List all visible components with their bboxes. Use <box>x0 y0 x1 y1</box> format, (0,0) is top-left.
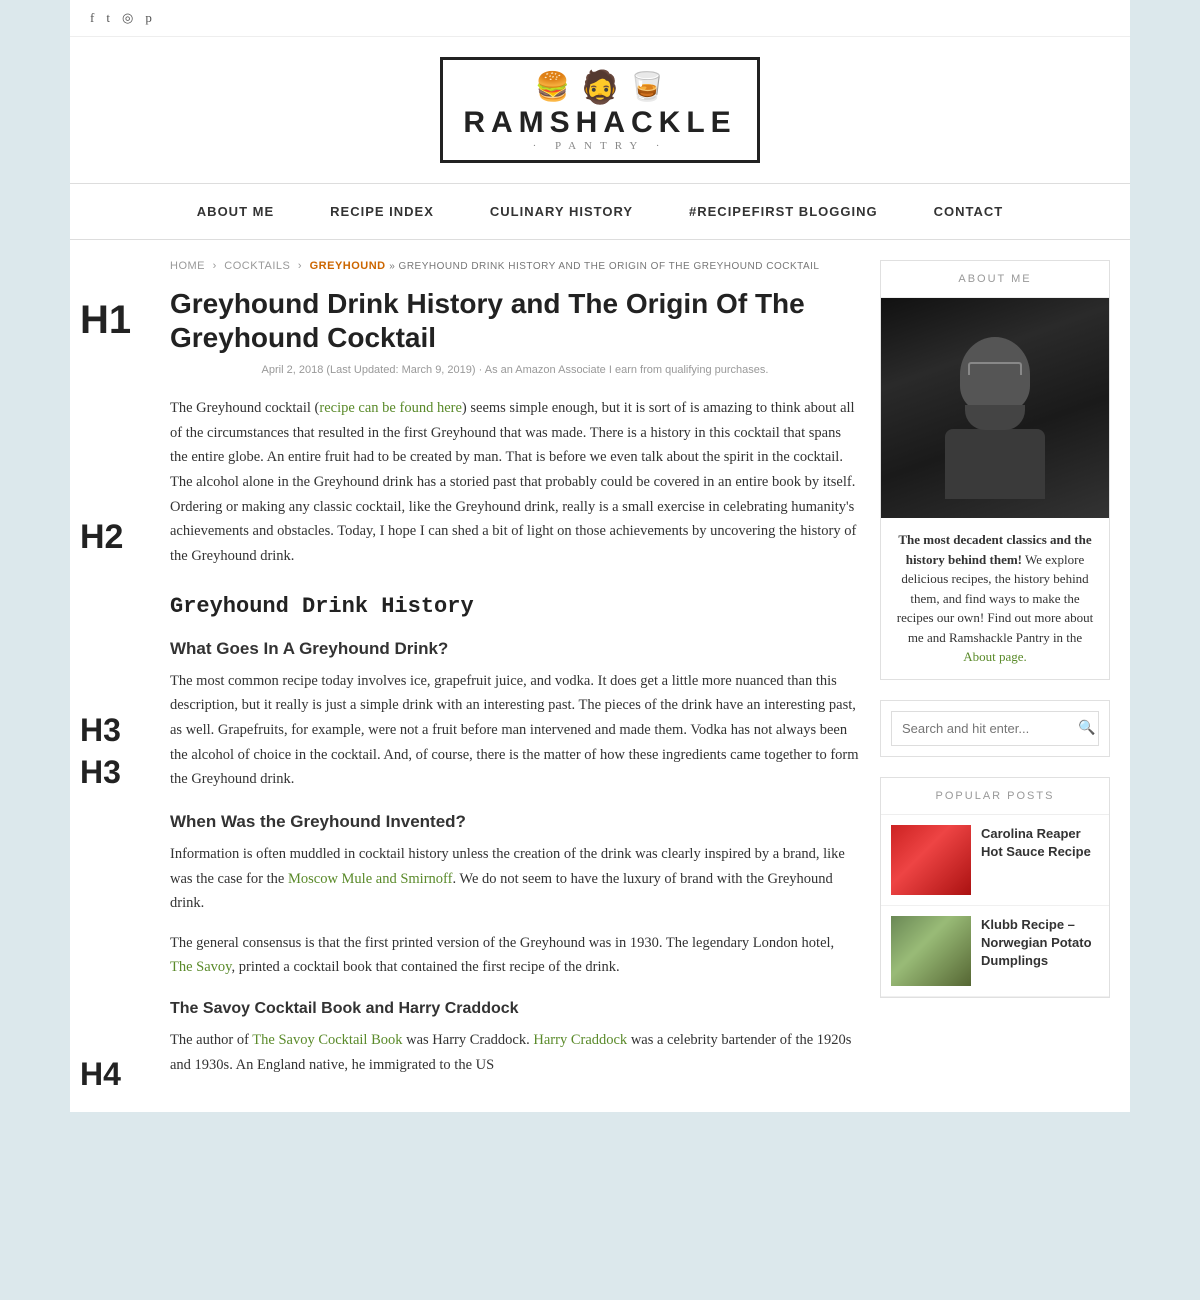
twitter-icon[interactable]: t <box>106 10 110 26</box>
h2-marker: H2 <box>80 520 131 554</box>
face-icon: 🧔 <box>580 68 620 106</box>
logo-title: RAMSHACKLE <box>463 106 736 140</box>
popular-post-1[interactable]: Carolina Reaper Hot Sauce Recipe <box>881 815 1109 906</box>
article-p5: The author of The Savoy Cocktail Book wa… <box>170 1028 860 1077</box>
popular-post-2-thumb <box>891 916 971 986</box>
harry-craddock-link[interactable]: Harry Craddock <box>533 1032 627 1048</box>
breadcrumb-greyhound[interactable]: GREYHOUND <box>310 260 386 272</box>
pinterest-icon[interactable]: p <box>145 10 152 26</box>
sidebar-about-title: ABOUT ME <box>881 261 1109 298</box>
separator-1: › <box>213 260 221 272</box>
nav-culinary-history[interactable]: CULINARY HISTORY <box>462 184 661 239</box>
logo-wrapper: 🍔 🧔 🥃 RAMSHACKLE · PANTRY · <box>440 57 759 163</box>
breadcrumb-home[interactable]: HOME <box>170 260 205 272</box>
recipe-link[interactable]: recipe can be found here <box>319 400 462 416</box>
article-h3-1: What Goes In A Greyhound Drink? <box>170 639 860 659</box>
sidebar-about-text: The most decadent classics and the histo… <box>881 518 1109 679</box>
sidebar-about-widget: ABOUT ME <box>880 260 1110 680</box>
breadcrumb-current: » Greyhound Drink History and The Origin… <box>389 261 819 272</box>
burger-icon: 🍔 <box>535 70 570 104</box>
nav-recipe-index[interactable]: RECIPE INDEX <box>302 184 462 239</box>
nav-contact[interactable]: CONTACT <box>906 184 1032 239</box>
h3-marker: H3 <box>80 714 131 746</box>
main-content: HOME › COCKTAILS › GREYHOUND » Greyhound… <box>170 260 860 1092</box>
nav-about-me[interactable]: ABOUT ME <box>169 184 302 239</box>
article-p3: Information is often muddled in cocktail… <box>170 842 860 916</box>
breadcrumb: HOME › COCKTAILS › GREYHOUND » Greyhound… <box>170 260 860 272</box>
sidebar-search-widget: 🔍 <box>880 700 1110 757</box>
article-h4: The Savoy Cocktail Book and Harry Craddo… <box>170 1000 860 1018</box>
article-p2: The most common recipe today involves ic… <box>170 669 860 792</box>
search-input[interactable] <box>902 721 1078 736</box>
article-title: Greyhound Drink History and The Origin O… <box>170 287 860 354</box>
article-p4: The general consensus is that the first … <box>170 931 860 980</box>
savoy-book-link[interactable]: The Savoy Cocktail Book <box>252 1032 402 1048</box>
breadcrumb-cocktails[interactable]: COCKTAILS <box>224 260 290 272</box>
search-icon: 🔍 <box>1078 720 1095 737</box>
popular-post-1-title: Carolina Reaper Hot Sauce Recipe <box>981 825 1099 861</box>
sidebar-popular-posts: POPULAR POSTS Carolina Reaper Hot Sauce … <box>880 777 1110 998</box>
about-page-link[interactable]: About page. <box>963 649 1027 664</box>
h1-marker: H1 <box>80 300 131 340</box>
drink-icon: 🥃 <box>630 70 665 104</box>
logo-subtitle: · PANTRY · <box>533 140 668 152</box>
top-bar: f t ◎ p <box>70 0 1130 37</box>
article-intro: The Greyhound cocktail (recipe can be fo… <box>170 396 860 568</box>
heading-markers: H1 H2 H3 H3 H4 <box>80 300 131 1090</box>
social-icons: f t ◎ p <box>90 10 152 26</box>
facebook-icon[interactable]: f <box>90 10 94 26</box>
article-date: April 2, 2018 (Last Updated: March 9, 20… <box>170 364 860 376</box>
main-nav: ABOUT ME RECIPE INDEX CULINARY HISTORY #… <box>70 183 1130 240</box>
logo-area: 🍔 🧔 🥃 RAMSHACKLE · PANTRY · <box>70 37 1130 183</box>
moscow-mule-link[interactable]: Moscow Mule and Smirnoff <box>288 871 452 887</box>
logo-icons: 🍔 🧔 🥃 <box>535 68 665 106</box>
search-box: 🔍 <box>891 711 1099 746</box>
article-h3-2: When Was the Greyhound Invented? <box>170 812 860 832</box>
savoy-link[interactable]: The Savoy <box>170 959 231 975</box>
article-h2: Greyhound Drink History <box>170 594 860 619</box>
h3b-marker: H3 <box>80 756 131 788</box>
article-body: The Greyhound cocktail (recipe can be fo… <box>170 396 860 1077</box>
nav-recipefirst[interactable]: #RECIPEFIRST BLOGGING <box>661 184 906 239</box>
about-image <box>881 298 1109 518</box>
popular-post-2-title: Klubb Recipe – Norwegian Potato Dumpling… <box>981 916 1099 971</box>
popular-post-1-thumb <box>891 825 971 895</box>
separator-2: › <box>298 260 306 272</box>
instagram-icon[interactable]: ◎ <box>122 10 133 26</box>
popular-posts-title: POPULAR POSTS <box>881 778 1109 815</box>
sidebar: ABOUT ME <box>880 260 1110 1092</box>
h4-marker: H4 <box>80 1058 131 1090</box>
popular-post-2[interactable]: Klubb Recipe – Norwegian Potato Dumpling… <box>881 906 1109 997</box>
